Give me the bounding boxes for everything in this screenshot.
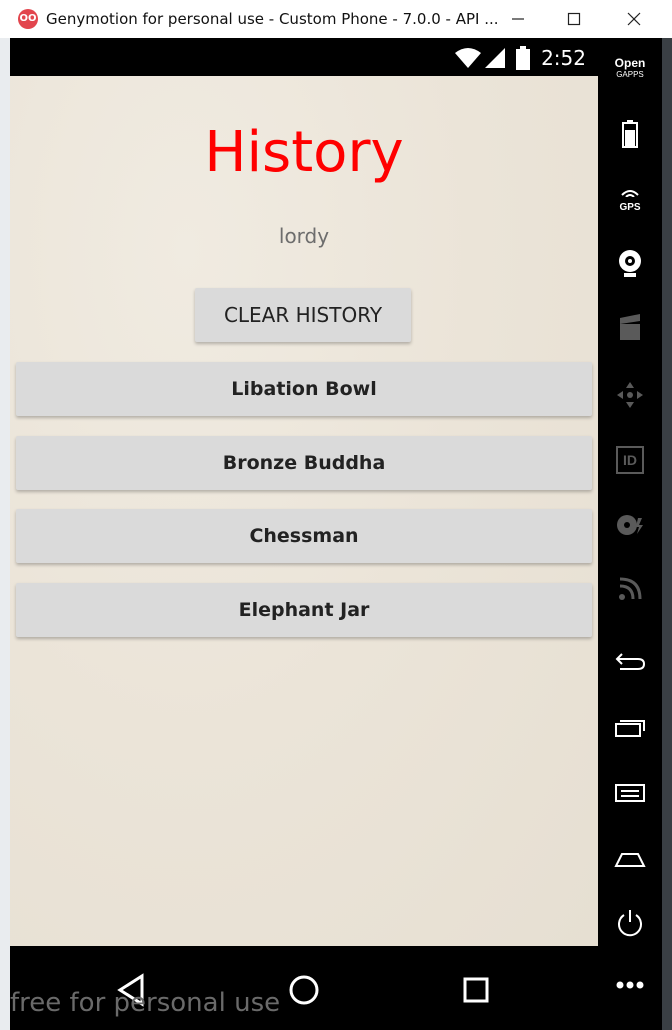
- watermark-text: free for personal use: [10, 988, 281, 1018]
- gps-signal-icon: [621, 190, 639, 198]
- battery-widget-icon: [622, 120, 638, 148]
- minimize-button[interactable]: [490, 0, 546, 38]
- device-id-widget-button[interactable]: ID: [598, 446, 662, 474]
- disk-io-icon: [617, 515, 643, 535]
- home-circle-icon: [289, 975, 319, 1005]
- battery-icon: [516, 46, 530, 70]
- signal-icon: [485, 48, 505, 68]
- recent-apps-icon: [615, 720, 645, 737]
- dpad-widget-button[interactable]: [598, 380, 662, 415]
- gps-widget-button[interactable]: GPS: [598, 184, 662, 213]
- sidebar-recents-button[interactable]: [598, 716, 662, 743]
- history-item-button[interactable]: Libation Bowl: [16, 362, 592, 416]
- history-item-button[interactable]: Elephant Jar: [16, 583, 592, 637]
- minimize-icon: [512, 18, 524, 20]
- maximize-button[interactable]: [546, 0, 602, 38]
- sidebar-menu-button[interactable]: [598, 782, 662, 809]
- gps-label: GPS: [619, 202, 641, 213]
- history-item-button[interactable]: Bronze Buddha: [16, 436, 592, 490]
- recents-square-icon: [463, 977, 489, 1003]
- id-icon: ID: [616, 446, 644, 474]
- genymotion-logo-icon: OO: [18, 9, 38, 29]
- menu-icon: [615, 784, 645, 802]
- wifi-icon: [455, 48, 481, 68]
- clear-history-button[interactable]: CLEAR HISTORY: [195, 288, 411, 342]
- cast-widget-button[interactable]: [598, 576, 662, 607]
- home-button[interactable]: [274, 966, 334, 1014]
- username-label: lordy: [278, 224, 330, 248]
- power-icon: [618, 910, 642, 937]
- history-item-button[interactable]: Chessman: [16, 509, 592, 563]
- battery-widget-button[interactable]: [598, 120, 662, 153]
- maximize-icon: [567, 12, 581, 26]
- sidebar-home-button[interactable]: [598, 848, 662, 875]
- genymotion-sidebar: Open GAPPS GPS ID: [598, 38, 662, 1030]
- cast-icon: [619, 577, 642, 600]
- open-gapps-button[interactable]: Open GAPPS: [598, 56, 662, 80]
- capture-widget-button[interactable]: [598, 314, 662, 347]
- sidebar-power-button[interactable]: [598, 908, 662, 943]
- disk-io-widget-button[interactable]: [598, 512, 662, 543]
- webcam-icon: [619, 250, 641, 277]
- sidebar-more-button[interactable]: [598, 978, 662, 996]
- status-bar: 2:52: [10, 38, 598, 76]
- phone-frame: 2:52 History lordy CLEAR HISTORY Libatio…: [10, 38, 662, 1030]
- clapperboard-icon: [620, 314, 640, 340]
- webcam-widget-button[interactable]: [598, 248, 662, 283]
- history-screen: History lordy CLEAR HISTORY Libation Bow…: [10, 76, 598, 946]
- gapps-label-top: Open: [614, 56, 646, 70]
- dpad-icon: [617, 382, 643, 408]
- more-dots-icon: [616, 981, 644, 989]
- sidebar-back-button[interactable]: [598, 650, 662, 677]
- background-window-strip: [0, 38, 10, 1030]
- status-clock: 2:52: [541, 46, 586, 70]
- recents-button[interactable]: [446, 966, 506, 1014]
- home-icon: [614, 853, 646, 867]
- close-icon: [627, 12, 641, 26]
- window-title: Genymotion for personal use - Custom Pho…: [46, 10, 499, 28]
- window-titlebar: OO Genymotion for personal use - Custom …: [0, 0, 672, 38]
- gapps-label-bottom: GAPPS: [616, 70, 644, 79]
- back-arrow-icon: [615, 653, 646, 670]
- close-button[interactable]: [606, 0, 662, 38]
- page-title: History: [204, 120, 404, 185]
